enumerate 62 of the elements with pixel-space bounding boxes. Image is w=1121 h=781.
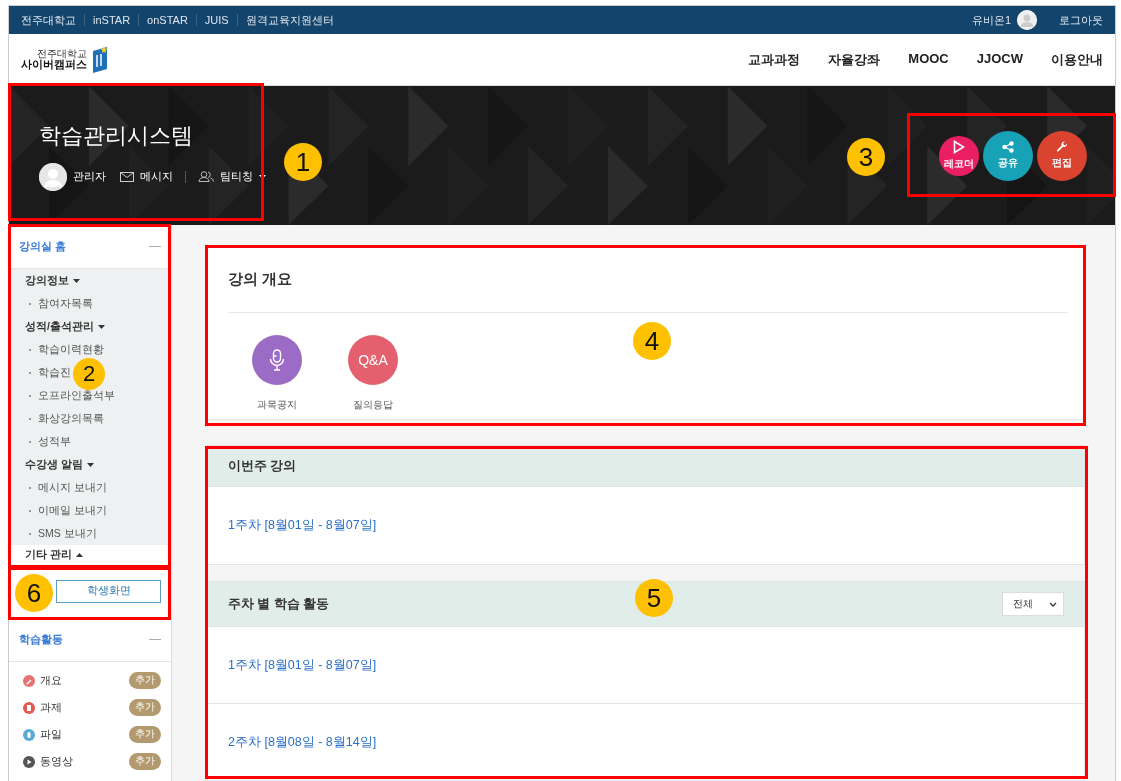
activity-label: 동영상: [40, 754, 73, 769]
assignment-icon: [23, 701, 35, 714]
nav-link[interactable]: 자율강좌: [828, 50, 881, 69]
section-title: 이번주 강의: [228, 457, 297, 475]
play-icon: [953, 140, 965, 154]
message-link[interactable]: 메시지: [140, 169, 173, 184]
microphone-icon: [269, 349, 285, 371]
section-title: 주차 별 학습 활동: [228, 595, 330, 613]
envelope-icon: [120, 171, 134, 182]
menu-item[interactable]: SMS 보내기: [38, 528, 97, 539]
video-icon: [23, 755, 35, 768]
shortcut-label: 과목공지: [257, 399, 297, 412]
user-name: 유비온1: [971, 12, 1011, 28]
top-link[interactable]: inSTAR: [84, 14, 139, 26]
activity-label: 파일: [40, 727, 62, 742]
logo-icon: [91, 44, 109, 75]
sidebar-heading[interactable]: 강의실 홈: [19, 239, 67, 254]
avatar-icon: [1017, 10, 1037, 30]
menu-group[interactable]: 성적/출석관리: [25, 319, 94, 334]
logo-subtitle: 전주대학교: [37, 49, 87, 59]
week-link[interactable]: 1주차 [8월01일 - 8월07일]: [228, 517, 377, 534]
menu-item[interactable]: 이메일 보내기: [38, 505, 107, 516]
student-view-button[interactable]: 학생화면: [56, 579, 161, 603]
team-teaching-link[interactable]: 팀티칭: [220, 169, 253, 184]
microphone-button[interactable]: [252, 335, 302, 385]
menu-item[interactable]: 학습이력현황: [38, 344, 104, 355]
week-filter-select[interactable]: 전체: [1002, 592, 1064, 616]
top-link[interactable]: 원격교육지원센터: [236, 14, 342, 26]
activity-label: 과제: [40, 700, 62, 715]
people-icon: [198, 171, 214, 182]
activity-label: 개요: [40, 673, 62, 688]
professor-name: 관리자: [73, 169, 106, 184]
menu-group[interactable]: 강의정보: [25, 273, 69, 288]
nav-link[interactable]: MOOC: [908, 50, 949, 69]
top-link[interactable]: JUIS: [195, 14, 237, 26]
share-icon: [1002, 141, 1014, 153]
nav-link[interactable]: JJOCW: [976, 50, 1023, 69]
top-link[interactable]: onSTAR: [138, 14, 196, 26]
nav-link[interactable]: 이용안내: [1051, 50, 1103, 69]
logout-link[interactable]: 로그아웃: [1059, 12, 1103, 28]
course-title: 학습관리시스템: [39, 121, 194, 150]
top-link[interactable]: 전주대학교: [21, 14, 84, 26]
menu-item[interactable]: 참여자목록: [38, 298, 93, 309]
menu-item[interactable]: 성적부: [38, 436, 71, 447]
menu-item[interactable]: 화상강의목록: [38, 413, 104, 424]
logo-title: 사이버캠퍼스: [21, 59, 87, 70]
wrench-icon: [1056, 141, 1068, 153]
nav-link[interactable]: 교과과정: [748, 50, 801, 69]
chevron-icon: [1049, 601, 1057, 607]
week-link[interactable]: 2주차 [8월08일 - 8월14일]: [228, 733, 377, 751]
file-icon: [23, 728, 35, 741]
shortcut-label: 질의응답: [353, 399, 393, 412]
week-link[interactable]: 1주차 [8월01일 - 8월07일]: [228, 656, 377, 674]
menu-group[interactable]: 수강생 알림: [25, 457, 83, 472]
menu-group[interactable]: 기타 관리: [25, 548, 72, 562]
overview-icon: [23, 674, 35, 687]
menu-item[interactable]: 학습진: [38, 367, 71, 378]
sidebar-heading[interactable]: 학습활동: [19, 632, 63, 647]
menu-item[interactable]: 오프라인출석부: [38, 390, 115, 401]
caret-icon: [259, 174, 266, 179]
card-title: 강의 개요: [228, 270, 293, 289]
menu-item[interactable]: 메시지 보내기: [38, 482, 107, 493]
